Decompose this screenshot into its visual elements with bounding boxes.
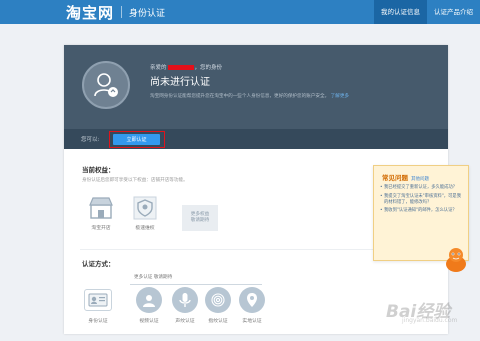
watermark-subtext: jingyan.baidu.com [402, 317, 458, 324]
id-card-icon[interactable] [84, 289, 112, 311]
location-icon[interactable] [239, 287, 265, 313]
more-privileges-box: 更多权益 敬请期待 [182, 205, 218, 231]
action-label: 您可以: [81, 137, 100, 143]
fingerprint-icon[interactable] [205, 287, 231, 313]
faq-item[interactable]: • 我收到"认证通知"的邮件，怎么认证？ [380, 208, 464, 214]
method-label: 实地认证 [242, 319, 262, 324]
faq-item[interactable]: • 我已经提交了重新认证，多久能成功？ [380, 185, 464, 191]
faq-title: 常见问题 其他问题 [382, 174, 429, 182]
privilege-label: 极速维权 [135, 226, 155, 231]
status-hero: 亲爱的 ，您的身份 尚未进行认证 淘宝网身份认证能帮您提升您在淘宝中的一些个人身份… [64, 45, 448, 129]
shield-icon[interactable] [132, 195, 158, 221]
greeting-text: 亲爱的 ，您的身份 [150, 65, 223, 71]
method-label: 视频认证 [139, 319, 159, 324]
certification-status: 尚未进行认证 [150, 77, 210, 88]
shop-icon[interactable] [88, 195, 114, 221]
header-title: 身份认证 [129, 8, 166, 19]
baidu-watermark: Bai经验 jingyan.baidu.com [362, 293, 474, 333]
more-methods-label: 更多认证 敬请期待 [134, 275, 173, 280]
certify-now-button[interactable]: 立即认证 [113, 134, 160, 145]
video-icon[interactable] [136, 287, 162, 313]
method-label: 身份认证 [88, 319, 108, 324]
top-header: 淘宝网 身份认证 我的认证信息 认证产品介绍 [0, 0, 480, 24]
methods-title: 认证方式： [82, 260, 115, 268]
mascot-icon [441, 246, 471, 274]
header-divider [121, 6, 123, 18]
nav-product-intro[interactable]: 认证产品介绍 [427, 0, 480, 24]
action-bar: 您可以: 立即认证 [64, 129, 448, 149]
microphone-icon[interactable] [172, 287, 198, 313]
learn-more-link[interactable]: 了解更多 [331, 94, 349, 99]
nav-my-certification[interactable]: 我的认证信息 [374, 0, 427, 24]
privilege-label: 淘宝开店 [91, 226, 111, 231]
faq-more-link[interactable]: 其他问题 [411, 177, 429, 182]
privileges-subtitle: 身份认证后您即可享受以下权益：店铺开店等功能。 [82, 178, 188, 183]
taobao-logo[interactable]: 淘宝网 [66, 2, 114, 23]
hero-description: 淘宝网身份认证能帮您提升您在淘宝中的一些个人身份信息，更好的保护您的账户安全。 … [150, 94, 350, 99]
header-nav: 我的认证信息 认证产品介绍 [374, 0, 480, 24]
faq-item[interactable]: • 我提交了淘宝认证未"审核资料"，可是我的材料错了，能修改吗？ [380, 194, 464, 206]
privileges-title: 当前权益： [82, 166, 115, 174]
faq-list: • 我已经提交了重新认证，多久能成功？ • 我提交了淘宝认证未"审核资料"，可是我的… [380, 185, 464, 217]
redacted-username [167, 65, 194, 70]
methods-bracket [130, 284, 262, 285]
user-avatar-icon [82, 61, 130, 109]
